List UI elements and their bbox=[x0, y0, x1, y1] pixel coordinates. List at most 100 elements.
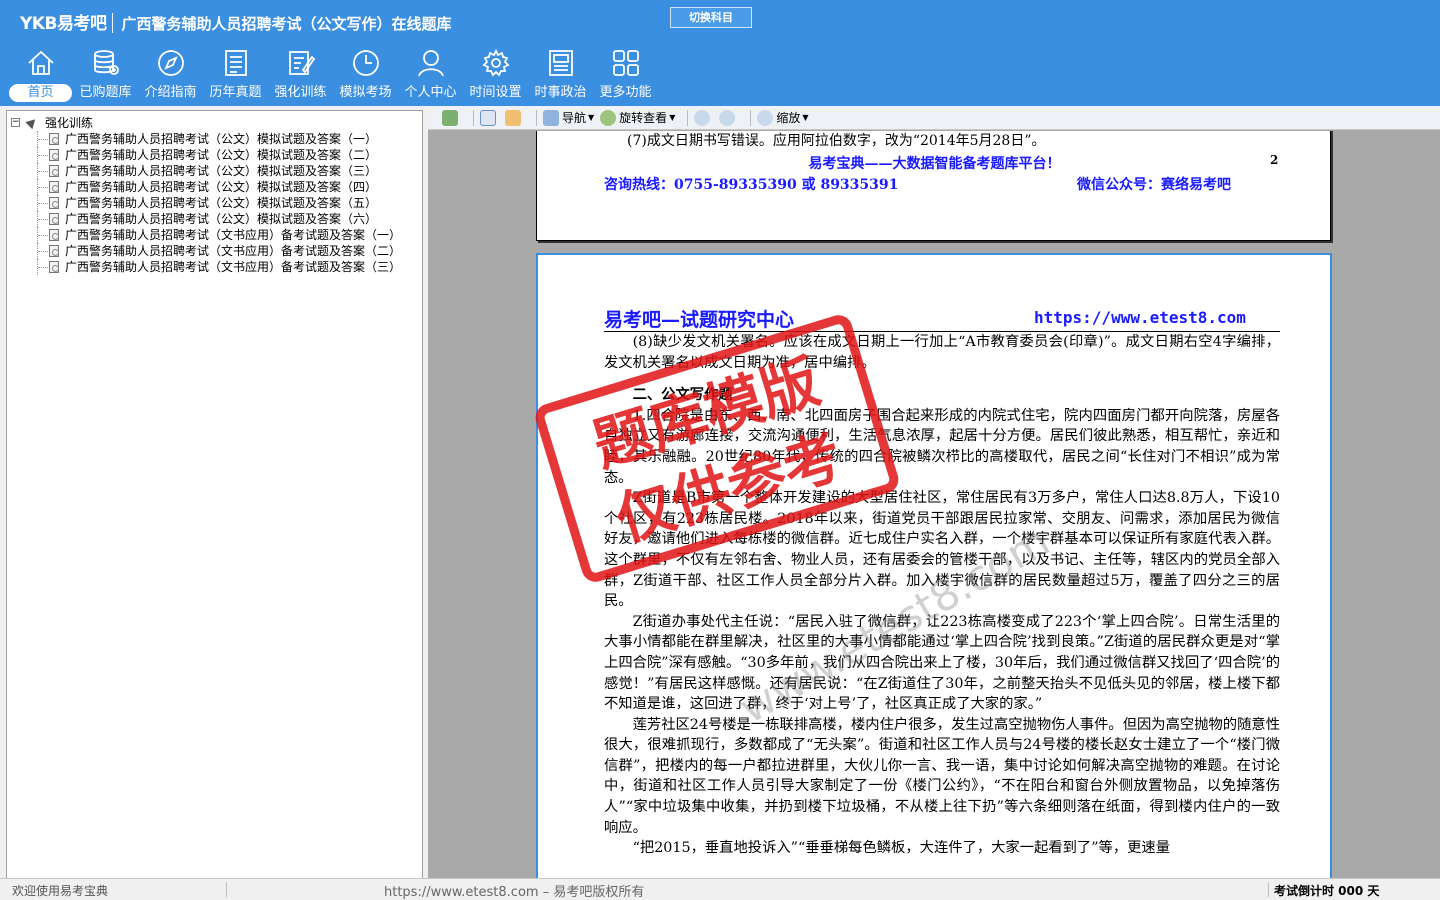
tree-item-label: 广西警务辅助人员招聘考试（公文）模拟试题及答案（三） bbox=[65, 164, 378, 178]
zoom-out-icon bbox=[694, 109, 711, 126]
home-icon bbox=[8, 48, 73, 82]
tree-item-label: 广西警务辅助人员招聘考试（文书应用）备考试题及答案（二） bbox=[65, 244, 402, 258]
page-current: 易考吧—试题研究中心 https://www.etest8.com (8)缺少发… bbox=[536, 253, 1332, 878]
hand-icon bbox=[505, 109, 521, 126]
paragraph: (8)缺少发文机关署名。应该在成文日期上一行加上“A市教育委员会(印章)”。成文… bbox=[604, 334, 1280, 371]
page-header-title: 易考吧—试题研究中心 bbox=[604, 309, 795, 331]
document-scroll-area[interactable]: (7)成文日期书写错误。应用阿拉伯数字，改为“2014年5月28日”。 易考宝典… bbox=[428, 131, 1440, 878]
rotate-icon bbox=[600, 109, 617, 126]
gear-icon bbox=[463, 48, 528, 82]
page-previous: (7)成文日期书写错误。应用阿拉伯数字，改为“2014年5月28日”。 易考宝典… bbox=[536, 131, 1331, 241]
paragraph: 莲芳社区24号楼是一栋联排高楼，楼内住户很多，发生过高空抛物伤人事件。但因为高空… bbox=[604, 716, 1280, 836]
app-header: YKB易考吧 广西警务辅助人员招聘考试（公文写作）在线题库 切换科目 首页 已购题… bbox=[0, 0, 1440, 106]
nav-home[interactable]: 首页 bbox=[8, 48, 73, 104]
tree-item-label: 广西警务辅助人员招聘考试（公文）模拟试题及答案（六） bbox=[65, 212, 378, 226]
tree-item-label: 广西警务辅助人员招聘考试（文书应用）备考试题及答案（一） bbox=[65, 228, 402, 242]
document-icon bbox=[49, 165, 59, 177]
compass-icon bbox=[138, 48, 203, 82]
nav-label: 时间设置 bbox=[469, 85, 522, 100]
switch-subject-button[interactable]: 切换科目 bbox=[670, 7, 752, 28]
edit-doc-icon bbox=[268, 48, 333, 82]
paragraph: “把2015，垂直地投诉入”“垂垂梯每色鳞板，大连件了，大家一起看到了”等，更速… bbox=[632, 840, 1171, 857]
user-icon bbox=[398, 48, 463, 82]
tree-item[interactable]: 广西警务辅助人员招聘考试（文书应用）备考试题及答案（三） bbox=[7, 259, 422, 275]
tree-item-label: 广西警务辅助人员招聘考试（文书应用）备考试题及答案（三） bbox=[65, 260, 402, 274]
nav-time-settings[interactable]: 时间设置 bbox=[463, 48, 528, 104]
nav-current-affairs[interactable]: 时事政治 bbox=[528, 48, 593, 104]
rotate-label: 旋转查看 bbox=[619, 111, 668, 125]
nav-label: 时事政治 bbox=[534, 85, 587, 100]
collapse-toggle-icon[interactable]: − bbox=[11, 118, 20, 127]
page-header-url: https://www.etest8.com bbox=[1034, 308, 1246, 327]
nav-label: 历年真题 bbox=[209, 85, 262, 100]
nav-training[interactable]: 强化训练 bbox=[268, 48, 333, 104]
hand-tool-button[interactable] bbox=[505, 108, 524, 128]
rotate-menu[interactable]: 旋转查看 ▼ bbox=[600, 108, 675, 128]
page-footer-slogan: 易考宝典——大数据智能备考题库平台！ bbox=[808, 156, 1061, 172]
document-icon bbox=[49, 197, 59, 209]
zoom-in-icon bbox=[719, 109, 736, 126]
tree-item[interactable]: 广西警务辅助人员招聘考试（公文）模拟试题及答案（三） bbox=[7, 163, 422, 179]
tree-root[interactable]: − 强化训练 bbox=[7, 115, 422, 131]
nav-label: 个人中心 bbox=[404, 85, 457, 100]
tree-item[interactable]: 广西警务辅助人员招聘考试（公文）模拟试题及答案（四） bbox=[7, 179, 422, 195]
nav-label: 强化训练 bbox=[274, 85, 327, 100]
brand-name: YKB易考吧 bbox=[20, 14, 107, 34]
tree-item[interactable]: 广西警务辅助人员招聘考试（公文）模拟试题及答案（五） bbox=[7, 195, 422, 211]
zoom-out-button[interactable] bbox=[694, 108, 713, 128]
refresh-button[interactable] bbox=[442, 108, 461, 128]
nav-past-exams[interactable]: 历年真题 bbox=[203, 48, 268, 104]
tree-item[interactable]: 广西警务辅助人员招聘考试（文书应用）备考试题及答案（一） bbox=[7, 227, 422, 243]
page-body: (8)缺少发文机关署名。应该在成文日期上一行加上“A市教育委员会(印章)”。成文… bbox=[604, 332, 1280, 859]
left-panel: − 强化训练 广西警务辅助人员招聘考试（公文）模拟试题及答案（一） 广西警务辅助… bbox=[0, 106, 428, 880]
footer-wechat: 微信公众号：赛络易考吧 bbox=[1077, 177, 1231, 193]
page-number: 2 bbox=[1270, 153, 1279, 167]
tree-item-label: 广西警务辅助人员招聘考试（公文）模拟试题及答案（二） bbox=[65, 148, 378, 162]
nav-label: 更多功能 bbox=[599, 85, 652, 100]
tree-item[interactable]: 广西警务辅助人员招聘考试（文书应用）备考试题及答案（二） bbox=[7, 243, 422, 259]
page-text-line: (7)成文日期书写错误。应用阿拉伯数字，改为“2014年5月28日”。 bbox=[627, 133, 1046, 149]
tree-item[interactable]: 广西警务辅助人员招聘考试（公文）模拟试题及答案（六） bbox=[7, 211, 422, 227]
zoom-menu[interactable]: 缩放 ▼ bbox=[757, 108, 809, 128]
status-bar: 欢迎使用易考宝典 https://www.etest8.com – 易考吧版权所… bbox=[0, 878, 1440, 900]
zoom-label: 缩放 bbox=[776, 111, 801, 125]
nav-label: 介绍指南 bbox=[144, 85, 197, 100]
document-viewer: 导航 ▼ 旋转查看 ▼ 缩放 ▼ (7)成文日期书写错误。应用阿拉伯数字，改为“201… bbox=[428, 106, 1440, 878]
paragraph: Z街道是B市第一个整体开发建设的大型居住社区，常住居民有3万多户，常住人口达8.… bbox=[604, 490, 1280, 610]
zoom-in-button[interactable] bbox=[719, 108, 738, 128]
app-logo: YKB易考吧 广西警务辅助人员招聘考试（公文写作）在线题库 bbox=[20, 9, 451, 34]
nav-label: 已购题库 bbox=[79, 85, 132, 100]
document-icon bbox=[49, 149, 59, 161]
grid-icon bbox=[593, 48, 658, 82]
nav-more[interactable]: 更多功能 bbox=[593, 48, 658, 104]
nav-purchased[interactable]: 已购题库 bbox=[73, 48, 138, 104]
title-separator bbox=[112, 13, 114, 33]
document-icon bbox=[49, 133, 59, 145]
exam-tree[interactable]: − 强化训练 广西警务辅助人员招聘考试（公文）模拟试题及答案（一） 广西警务辅助… bbox=[6, 110, 423, 880]
nav-mock-exam[interactable]: 模拟考场 bbox=[333, 48, 398, 104]
magnifier-icon bbox=[757, 109, 774, 126]
list-doc-icon bbox=[203, 48, 268, 82]
database-icon bbox=[73, 48, 138, 82]
nav-guide[interactable]: 介绍指南 bbox=[138, 48, 203, 104]
navigation-menu[interactable]: 导航 ▼ bbox=[543, 108, 594, 128]
document-icon bbox=[49, 261, 59, 273]
cursor-icon bbox=[480, 109, 496, 126]
tree-item[interactable]: 广西警务辅助人员招聘考试（公文）模拟试题及答案（二） bbox=[7, 147, 422, 163]
tree-item-label: 广西警务辅助人员招聘考试（公文）模拟试题及答案（五） bbox=[65, 196, 378, 210]
news-icon bbox=[528, 48, 593, 82]
document-icon bbox=[49, 213, 59, 225]
nav-profile[interactable]: 个人中心 bbox=[398, 48, 463, 104]
tree-item-label: 广西警务辅助人员招聘考试（公文）模拟试题及答案（一） bbox=[65, 132, 378, 146]
paragraph: Z街道办事处代主任说：“居民入驻了微信群，让223栋高楼变成了223个‘掌上四合… bbox=[604, 613, 1280, 713]
tree-item[interactable]: 广西警务辅助人员招聘考试（公文）模拟试题及答案（一） bbox=[7, 131, 422, 147]
document-icon bbox=[49, 245, 59, 257]
document-icon bbox=[49, 229, 59, 241]
select-tool-button[interactable] bbox=[480, 108, 499, 128]
navigation-label: 导航 bbox=[562, 111, 587, 125]
status-welcome: 欢迎使用易考宝典 bbox=[12, 884, 109, 898]
paragraph: 1.四合院是由东、西、南、北四面房子围合起来形成的内院式住宅，院内四面房门都开向… bbox=[604, 407, 1280, 486]
document-icon bbox=[49, 181, 59, 193]
tree-root-label: 强化训练 bbox=[45, 116, 94, 130]
clock-icon bbox=[333, 48, 398, 82]
